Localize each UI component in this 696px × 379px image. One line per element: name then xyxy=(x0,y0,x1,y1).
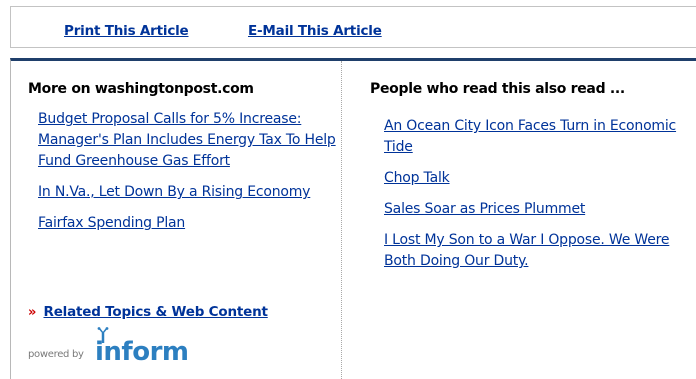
more-on-site-link[interactable]: Fairfax Spending Plan xyxy=(38,215,185,231)
related-topics: » Related Topics & Web Content xyxy=(28,301,268,320)
powered-by-inform-logo[interactable]: powered by inform xyxy=(28,327,228,367)
more-on-site-list: Budget Proposal Calls for 5% Increase: M… xyxy=(38,108,338,243)
also-read-column: People who read this also read ... An Oc… xyxy=(342,61,696,379)
also-read-list: An Ocean City Icon Faces Turn in Economi… xyxy=(384,115,694,281)
more-on-site-link[interactable]: Budget Proposal Calls for 5% Increase: M… xyxy=(38,111,336,169)
print-article-link[interactable]: Print This Article xyxy=(64,23,189,39)
more-on-site-heading: More on washingtonpost.com xyxy=(28,81,254,97)
list-item: In N.Va., Let Down By a Rising Economy xyxy=(38,181,338,202)
list-item: Budget Proposal Calls for 5% Increase: M… xyxy=(38,108,338,171)
also-read-link[interactable]: An Ocean City Icon Faces Turn in Economi… xyxy=(384,118,676,155)
also-read-link[interactable]: Sales Soar as Prices Plummet xyxy=(384,201,585,217)
list-item: Chop Talk xyxy=(384,167,694,188)
also-read-link[interactable]: Chop Talk xyxy=(384,170,450,186)
list-item: I Lost My Son to a War I Oppose. We Were… xyxy=(384,229,694,271)
list-item: Sales Soar as Prices Plummet xyxy=(384,198,694,219)
list-item: An Ocean City Icon Faces Turn in Economi… xyxy=(384,115,694,157)
list-item: Fairfax Spending Plan xyxy=(38,212,338,233)
related-topics-link[interactable]: Related Topics & Web Content xyxy=(44,304,268,320)
email-article-link[interactable]: E-Mail This Article xyxy=(248,23,382,39)
inform-logo-text: inform xyxy=(95,337,189,367)
also-read-link[interactable]: I Lost My Son to a War I Oppose. We Were… xyxy=(384,232,670,269)
double-chevron-icon: » xyxy=(28,305,37,320)
more-on-site-link[interactable]: In N.Va., Let Down By a Rising Economy xyxy=(38,184,310,200)
powered-by-text: powered by xyxy=(28,349,84,360)
more-on-site-column: More on washingtonpost.com Budget Propos… xyxy=(11,61,342,379)
article-toolbar: Print This Article E-Mail This Article xyxy=(10,6,696,48)
related-content-panel: More on washingtonpost.com Budget Propos… xyxy=(10,58,696,379)
also-read-heading: People who read this also read ... xyxy=(370,81,625,97)
